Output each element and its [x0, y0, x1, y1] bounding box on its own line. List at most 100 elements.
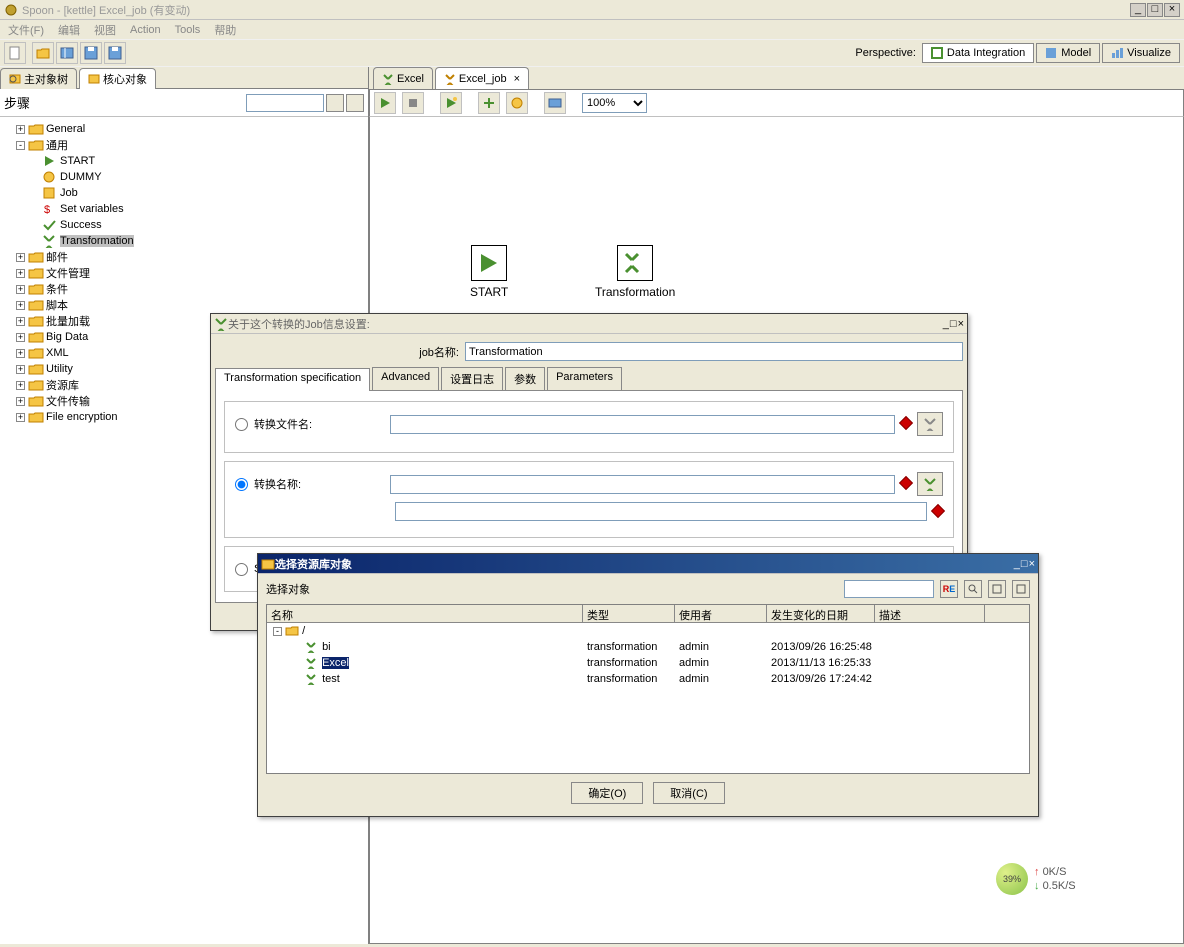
steps-search-input[interactable]: [246, 94, 324, 112]
canvas-tab[interactable]: Excel_job×: [435, 67, 529, 89]
tree-node[interactable]: Job: [2, 185, 366, 201]
collapse-all-button[interactable]: [346, 94, 364, 112]
expand-icon[interactable]: +: [16, 333, 25, 342]
expand-icon[interactable]: +: [16, 381, 25, 390]
trans-name-input[interactable]: [390, 475, 895, 494]
expand-icon[interactable]: +: [16, 317, 25, 326]
trans-file-input[interactable]: [390, 415, 895, 434]
new-button[interactable]: [4, 42, 26, 64]
tree-node[interactable]: -通用: [2, 137, 366, 153]
dialog-minimize-button[interactable]: _: [943, 318, 949, 330]
maximize-button[interactable]: □: [1147, 3, 1163, 17]
tree-node[interactable]: +文件管理: [2, 265, 366, 281]
repo-row[interactable]: bitransformationadmin2013/09/26 16:25:48: [267, 639, 1029, 655]
trans-dir-input[interactable]: [395, 502, 927, 521]
col-user[interactable]: 使用者: [675, 605, 767, 622]
search-button[interactable]: [964, 580, 982, 598]
minimize-button[interactable]: _: [1130, 3, 1146, 17]
tree-node[interactable]: +条件: [2, 281, 366, 297]
menu-item[interactable]: 视图: [88, 20, 122, 40]
tree-node[interactable]: DUMMY: [2, 169, 366, 185]
job-name-input[interactable]: [465, 342, 963, 361]
radio-trans-name[interactable]: [235, 478, 248, 491]
menu-item[interactable]: Action: [124, 22, 167, 38]
filter-input[interactable]: [844, 580, 934, 598]
preview-button[interactable]: [440, 92, 462, 114]
cancel-button[interactable]: 取消(C): [653, 782, 724, 804]
dialog-close-button[interactable]: ×: [958, 318, 964, 330]
sql-button[interactable]: [544, 92, 566, 114]
perspective-data-integration[interactable]: Data Integration: [922, 43, 1034, 63]
explore-button[interactable]: [56, 42, 78, 64]
expand-icon[interactable]: +: [16, 125, 25, 134]
run-button[interactable]: [374, 92, 396, 114]
col-desc[interactable]: 描述: [875, 605, 985, 622]
dialog-maximize-button[interactable]: □: [950, 318, 957, 330]
ok-button[interactable]: 确定(O): [571, 782, 643, 804]
expand-button[interactable]: [988, 580, 1006, 598]
zoom-select[interactable]: 100%: [582, 93, 647, 113]
sidebar-tab-main-tree[interactable]: 主对象树: [0, 68, 77, 89]
expand-icon[interactable]: +: [16, 413, 25, 422]
expand-icon[interactable]: +: [16, 365, 25, 374]
canvas-node-start[interactable]: START: [470, 245, 508, 299]
repo-root-row[interactable]: - /: [267, 623, 1029, 639]
expand-icon[interactable]: -: [16, 141, 25, 150]
dialog-tab[interactable]: 参数: [505, 367, 545, 390]
repository-grid[interactable]: 名称 类型 使用者 发生变化的日期 描述 - / bitransformatio…: [266, 604, 1030, 774]
canvas-tab[interactable]: Excel: [373, 67, 433, 89]
tree-node[interactable]: Transformation: [2, 233, 366, 249]
col-type[interactable]: 类型: [583, 605, 675, 622]
menu-item[interactable]: 编辑: [52, 20, 86, 40]
col-date[interactable]: 发生变化的日期: [767, 605, 875, 622]
expand-icon[interactable]: +: [16, 285, 25, 294]
radio-trans-file[interactable]: [235, 418, 248, 431]
expand-icon[interactable]: +: [16, 269, 25, 278]
close-button[interactable]: ×: [1164, 3, 1180, 17]
menu-item[interactable]: 文件(F): [2, 20, 50, 40]
save-as-button[interactable]: [104, 42, 126, 64]
perspective-model[interactable]: Model: [1036, 43, 1100, 63]
pause-button[interactable]: [402, 92, 424, 114]
trans-icon: [42, 234, 58, 248]
perspective-label: Perspective:: [855, 47, 916, 59]
save-button[interactable]: [80, 42, 102, 64]
canvas-node-transformation[interactable]: Transformation: [595, 245, 675, 299]
collapse-button[interactable]: [1012, 580, 1030, 598]
dialog-maximize-button[interactable]: □: [1021, 558, 1028, 570]
tree-node[interactable]: $Set variables: [2, 201, 366, 217]
expand-icon[interactable]: +: [16, 253, 25, 262]
dialog-tab[interactable]: Transformation specification: [215, 368, 370, 391]
menu-item[interactable]: 帮助: [208, 20, 242, 40]
expand-icon[interactable]: +: [16, 349, 25, 358]
regex-button[interactable]: RE: [940, 580, 958, 598]
repo-row[interactable]: Exceltransformationadmin2013/11/13 16:25…: [267, 655, 1029, 671]
tree-node[interactable]: +General: [2, 121, 366, 137]
repo-row[interactable]: testtransformationadmin2013/09/26 17:24:…: [267, 671, 1029, 687]
perspective-visualize[interactable]: Visualize: [1102, 43, 1180, 63]
browse-file-button[interactable]: [917, 412, 943, 436]
tree-node[interactable]: START: [2, 153, 366, 169]
browse-repo-button[interactable]: [917, 472, 943, 496]
tree-node[interactable]: Success: [2, 217, 366, 233]
replay-button[interactable]: [506, 92, 528, 114]
dialog-tab[interactable]: Parameters: [547, 367, 622, 390]
tree-node[interactable]: +脚本: [2, 297, 366, 313]
tree-node[interactable]: +邮件: [2, 249, 366, 265]
expand-all-button[interactable]: [326, 94, 344, 112]
open-button[interactable]: [32, 42, 54, 64]
radio-spec-reference[interactable]: [235, 563, 248, 576]
menu-item[interactable]: Tools: [169, 22, 207, 38]
job-name-label: job名称:: [215, 344, 465, 360]
close-tab-icon[interactable]: ×: [514, 73, 520, 85]
dialog-tab[interactable]: 设置日志: [441, 367, 503, 390]
expand-icon[interactable]: +: [16, 397, 25, 406]
sidebar-tab-core-objects[interactable]: 核心对象: [79, 68, 156, 89]
col-name[interactable]: 名称: [267, 605, 583, 622]
dialog-minimize-button[interactable]: _: [1014, 558, 1020, 570]
dummy-icon: [42, 170, 58, 184]
dialog-tab[interactable]: Advanced: [372, 367, 439, 390]
debug-button[interactable]: [478, 92, 500, 114]
dialog-close-button[interactable]: ×: [1029, 558, 1035, 570]
expand-icon[interactable]: +: [16, 301, 25, 310]
